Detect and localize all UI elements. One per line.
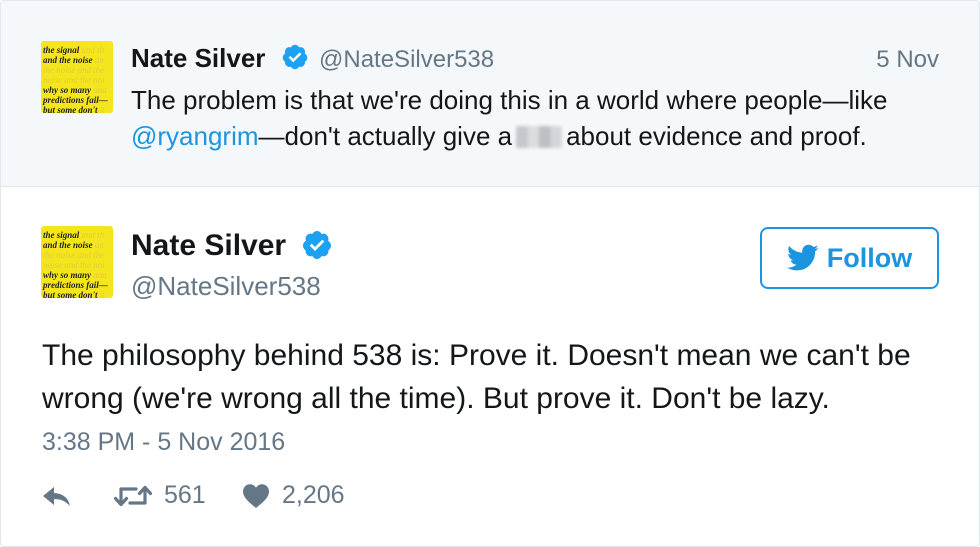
author-name[interactable]: Nate Silver xyxy=(131,229,286,263)
like-button[interactable]: 2,206 xyxy=(242,481,345,510)
parent-date[interactable]: 5 Nov xyxy=(876,46,939,74)
avatar-line: predictions fail— xyxy=(43,95,108,105)
retweet-icon xyxy=(114,485,152,506)
verified-badge-icon xyxy=(302,231,331,259)
avatar-line: but some don't it xyxy=(43,105,105,113)
author-handle[interactable]: @NateSilver538 xyxy=(131,271,321,302)
avatar-line: noise and the noi xyxy=(43,260,105,270)
reply-icon xyxy=(43,487,70,506)
avatar-line: noise and the noi xyxy=(43,75,105,85)
mention-link[interactable]: @ryangrim xyxy=(131,121,259,151)
tweet-text: The philosophy behind 538 is: Prove it. … xyxy=(42,339,911,415)
avatar-line: why so many ana xyxy=(43,85,107,95)
tweet-timestamp[interactable]: 3:38 PM - 5 Nov 2016 xyxy=(42,428,285,457)
parent-text-part: The problem is that we're doing this in … xyxy=(131,85,888,115)
avatar-line: predictions fail— xyxy=(43,280,108,290)
reply-button[interactable] xyxy=(42,485,72,509)
avatar-line: the noise and the xyxy=(43,250,105,260)
retweet-button[interactable]: 561 xyxy=(114,481,206,510)
avatar-line: and the noise an xyxy=(43,55,104,65)
avatar-line: why so many ana xyxy=(43,270,107,280)
parent-author-name[interactable]: Nate Silver xyxy=(131,43,265,74)
parent-text-part: —don't actually give a xyxy=(258,121,513,151)
parent-avatar[interactable]: the signal and th and the noise an the n… xyxy=(41,41,113,113)
avatar-line: the noise and the xyxy=(43,65,105,75)
follow-label: Follow xyxy=(826,242,913,273)
parent-text-part: about evidence and proof. xyxy=(566,121,867,151)
avatar-line: the signal and th xyxy=(43,45,105,55)
censored-word xyxy=(516,126,563,148)
twitter-bird-icon xyxy=(786,244,819,271)
avatar-line: the signal and th xyxy=(43,230,105,240)
verified-badge-icon xyxy=(282,44,308,70)
parent-author-handle[interactable]: @NateSilver538 xyxy=(319,46,494,74)
follow-button[interactable]: Follow xyxy=(760,227,939,289)
like-count: 2,206 xyxy=(282,481,345,509)
parent-tweet-text: The problem is that we're doing this in … xyxy=(131,82,951,154)
parent-tweet[interactable]: the signal and th and the noise an the n… xyxy=(1,1,979,187)
main-avatar[interactable]: the signal and th and the noise an the n… xyxy=(41,226,113,298)
heart-icon xyxy=(243,483,269,508)
avatar-line: and the noise an xyxy=(43,240,104,250)
retweet-count: 561 xyxy=(164,481,206,509)
avatar-line: but some don't it xyxy=(43,290,105,298)
tweet-embed: the signal and th and the noise an the n… xyxy=(0,0,980,547)
